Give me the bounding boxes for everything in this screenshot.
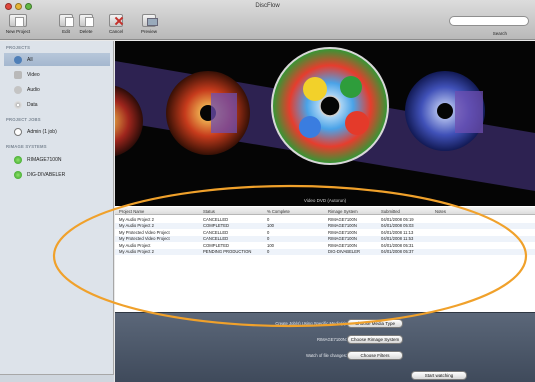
cancel-icon [109, 14, 123, 27]
column-header[interactable]: Rimage System [328, 209, 358, 214]
main-panel: Video DVD (Autorun) Project Name Status … [115, 41, 535, 382]
table-cell: My Audio Project [119, 242, 151, 248]
table-cell: My Audio Project 2 [119, 223, 154, 229]
table-cell: 04/01/2008 05:37 [381, 249, 414, 255]
audio-icon [14, 85, 22, 94]
preview-icon [142, 14, 158, 27]
system-option-label: RIMAGE7100N: [316, 337, 347, 342]
choose-rimage-system-button[interactable]: Choose Rimage System [347, 335, 403, 344]
delete-icon [79, 14, 94, 27]
sidebar-header-projects: PROJECTS [6, 45, 31, 50]
sidebar-item-rimage7100n[interactable]: RIMAGE7100N [4, 153, 110, 166]
table-cell: 04/01/2008 11:13 [381, 229, 414, 235]
column-header[interactable]: Project Name [119, 209, 144, 214]
table-cell: RIMAGE7100N [328, 223, 357, 229]
cancel-button[interactable]: Cancel [106, 14, 126, 38]
table-cell: 100 [267, 242, 274, 248]
sidebar-item-dig-divabeler[interactable]: DIG-DIVABELER [4, 168, 110, 181]
app-window: DiscFlow New Project Edit Delete Cancel … [0, 0, 535, 382]
disc-icon [14, 100, 22, 109]
clock-icon [14, 127, 22, 136]
start-watching-button[interactable]: Start watching [411, 371, 467, 380]
edit-button[interactable]: Edit [58, 14, 74, 38]
column-header[interactable]: Status [203, 209, 215, 214]
new-project-button[interactable]: New Project [4, 14, 32, 38]
table-cell: RIMAGE7100N [328, 216, 357, 222]
table-cell: 04/01/2008 05:19 [381, 216, 414, 222]
table-cell: RIMAGE7100N [328, 236, 357, 242]
sidebar-item-label: RIMAGE7100N [27, 156, 62, 163]
choose-media-type-button[interactable]: Choose Media Type [347, 319, 403, 328]
sidebar-header-rimage-systems: RIMAGE SYSTEMS [6, 144, 47, 149]
banner-caption: Video DVD (Autorun) [303, 198, 347, 203]
sidebar-item-data[interactable]: Data [4, 98, 110, 111]
sidebar-item-label: Audio [27, 86, 40, 93]
table-cell: 0 [267, 216, 270, 222]
choose-filters-button[interactable]: Choose Filters [347, 351, 403, 360]
sidebar-item-label: Admin (1 job) [27, 128, 57, 135]
table-header: Project Name Status % Complete Rimage Sy… [115, 207, 535, 215]
table-cell: 100 [267, 223, 274, 229]
search-input[interactable] [449, 16, 529, 26]
sidebar-item-label: DIG-DIVABELER [27, 171, 66, 178]
table-cell: CANCELLED [203, 229, 229, 235]
table-cell: 0 [267, 229, 270, 235]
delete-label: Delete [79, 29, 93, 34]
delete-button[interactable]: Delete [76, 14, 96, 38]
column-header[interactable]: Notes [435, 209, 446, 214]
sidebar-item-all[interactable]: All [4, 53, 110, 66]
table-cell: RIMAGE7100N [328, 229, 357, 235]
new-project-icon [9, 14, 27, 27]
sidebar-item-audio[interactable]: Audio [4, 83, 110, 96]
table-cell: CANCELLED [203, 216, 229, 222]
all-icon [14, 55, 22, 64]
status-green-icon [14, 170, 22, 179]
sidebar: PROJECTS All Video Audio Data PROJECT JO… [0, 41, 114, 382]
sidebar-footer [0, 374, 114, 382]
edit-icon [59, 14, 74, 27]
filter-option-label: Watch of file changes: [305, 353, 347, 358]
search-label: Search [492, 31, 507, 36]
table-cell: My Protected Video Project [119, 229, 170, 235]
sidebar-item-video[interactable]: Video [4, 68, 110, 81]
column-header[interactable]: % Complete [267, 209, 290, 214]
table-cell: 0 [267, 249, 270, 255]
table-cell: DIG-DIVABELER [328, 249, 361, 255]
table-cell: RIMAGE7100N [328, 242, 357, 248]
table-cell: 04/01/2008 11:53 [381, 236, 414, 242]
table-cell: My Audio Project 2 [119, 216, 154, 222]
table-cell: 0 [267, 236, 270, 242]
video-icon [14, 70, 22, 79]
preview-label: Preview [140, 29, 157, 34]
table-cell: PENDING PRODUCTION [203, 249, 252, 255]
disc-artwork [115, 47, 535, 191]
table-cell: COMPLETED [203, 242, 230, 248]
media-option-label: Create Job(s) Using Specific Media(s): [275, 321, 347, 326]
table-cell: 04/01/2008 05:03 [381, 223, 414, 229]
table-row[interactable]: My Audio Project 2 PENDING PRODUCTION 0 DIG… [115, 248, 535, 255]
sidebar-item-label: Data [27, 101, 38, 108]
column-header[interactable]: Submitted [381, 209, 400, 214]
sidebar-item-label: Video [27, 71, 40, 78]
sidebar-item-admin-jobs[interactable]: Admin (1 job) [4, 125, 110, 138]
table-cell: CANCELLED [203, 236, 229, 242]
window-title: DiscFlow [255, 3, 280, 9]
new-project-label: New Project [5, 29, 31, 34]
table-cell: My Protected Video Project [119, 236, 170, 242]
toolbar: DiscFlow New Project Edit Delete Cancel … [0, 0, 535, 40]
table-cell: 04/01/2008 05:31 [381, 242, 414, 248]
preview-button[interactable]: Preview [138, 14, 160, 38]
table-cell: My Audio Project 2 [119, 249, 154, 255]
sidebar-header-project-jobs: PROJECT JOBS [6, 117, 41, 122]
status-green-icon [14, 155, 22, 164]
sidebar-item-label: All [27, 56, 33, 63]
disc-preview-banner: Video DVD (Autorun) [115, 41, 535, 206]
options-panel: Create Job(s) Using Specific Media(s): C… [115, 312, 535, 382]
table-cell: COMPLETED [203, 223, 230, 229]
edit-label: Edit [62, 29, 70, 34]
cancel-label: Cancel [108, 29, 123, 34]
